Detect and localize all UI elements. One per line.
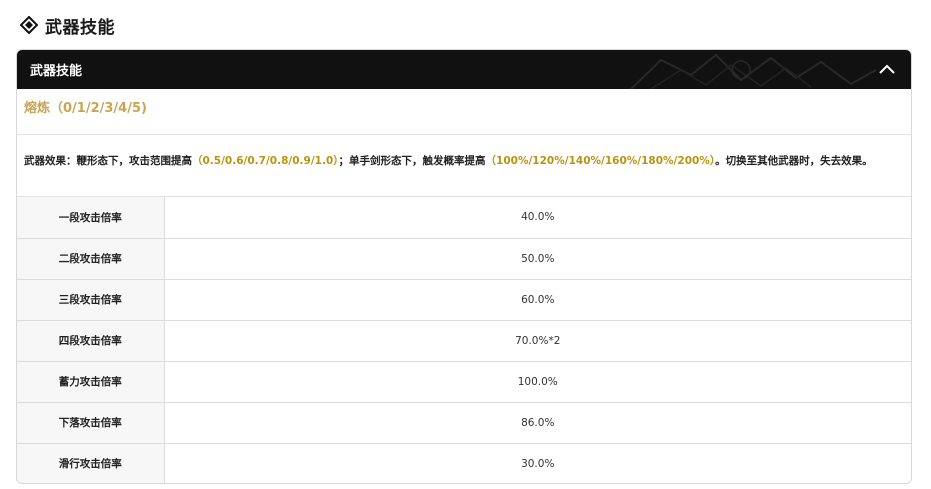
diamond-icon	[19, 15, 39, 35]
card-header[interactable]: 武器技能	[17, 50, 911, 89]
table-row: 滑行攻击倍率 30.0%	[17, 443, 911, 483]
weapon-skill-card: 武器技能 熔炼（0/1/2/3/4/5) 武器效果：鞭形态下，攻击范围提高（0.…	[16, 49, 912, 484]
effect-highlight: （0.5/0.6/0.7/0.8/0.9/1.0）	[192, 155, 339, 167]
stat-label: 三段攻击倍率	[17, 279, 165, 321]
stat-label: 滑行攻击倍率	[17, 443, 165, 483]
table-row: 一段攻击倍率 40.0%	[17, 197, 911, 239]
table-row: 三段攻击倍率 60.0%	[17, 279, 911, 321]
refine-row: 熔炼（0/1/2/3/4/5)	[17, 89, 911, 135]
stat-label: 四段攻击倍率	[17, 320, 165, 362]
effect-text: ；单手剑形态下，触发概率提高	[338, 155, 486, 167]
stat-value: 30.0%	[521, 457, 555, 470]
stat-value: 86.0%	[164, 402, 911, 444]
stat-value: 60.0%	[164, 279, 911, 321]
stat-value: 70.0%*2	[164, 320, 911, 362]
stat-value: 100.0%	[164, 361, 911, 403]
stat-label: 二段攻击倍率	[17, 238, 165, 280]
chevron-up-icon[interactable]	[877, 59, 897, 79]
attack-multiplier-table: 一段攻击倍率 40.0% 二段攻击倍率 50.0% 三段攻击倍率 60.0% 四…	[17, 197, 911, 483]
stat-label: 蓄力攻击倍率	[17, 361, 165, 403]
header-decoration-icon	[630, 53, 877, 89]
table-row: 二段攻击倍率 50.0%	[17, 238, 911, 280]
section-heading: 武器技能	[19, 12, 115, 38]
stat-value: 40.0%	[164, 197, 911, 239]
section-title: 武器技能	[45, 17, 115, 38]
effect-highlight: （100%/120%/140%/160%/180%/200%）	[485, 155, 716, 167]
table-row: 四段攻击倍率 70.0%*2	[17, 320, 911, 362]
table-row: 下落攻击倍率 86.0%	[17, 402, 911, 444]
stat-label: 一段攻击倍率	[17, 197, 165, 239]
weapon-effect-description: 武器效果：鞭形态下，攻击范围提高（0.5/0.6/0.7/0.8/0.9/1.0…	[17, 135, 911, 197]
card-title: 武器技能	[30, 64, 83, 79]
effect-text: 。切换至其他武器时，失去效果。	[715, 155, 873, 167]
effect-text: 武器效果：鞭形态下，攻击范围提高	[24, 155, 192, 167]
refine-label: 熔炼（0/1/2/3/4/5)	[24, 101, 147, 116]
stat-value: 50.0%	[164, 238, 911, 280]
table-row: 蓄力攻击倍率 100.0%	[17, 361, 911, 403]
stat-label: 下落攻击倍率	[17, 402, 165, 444]
